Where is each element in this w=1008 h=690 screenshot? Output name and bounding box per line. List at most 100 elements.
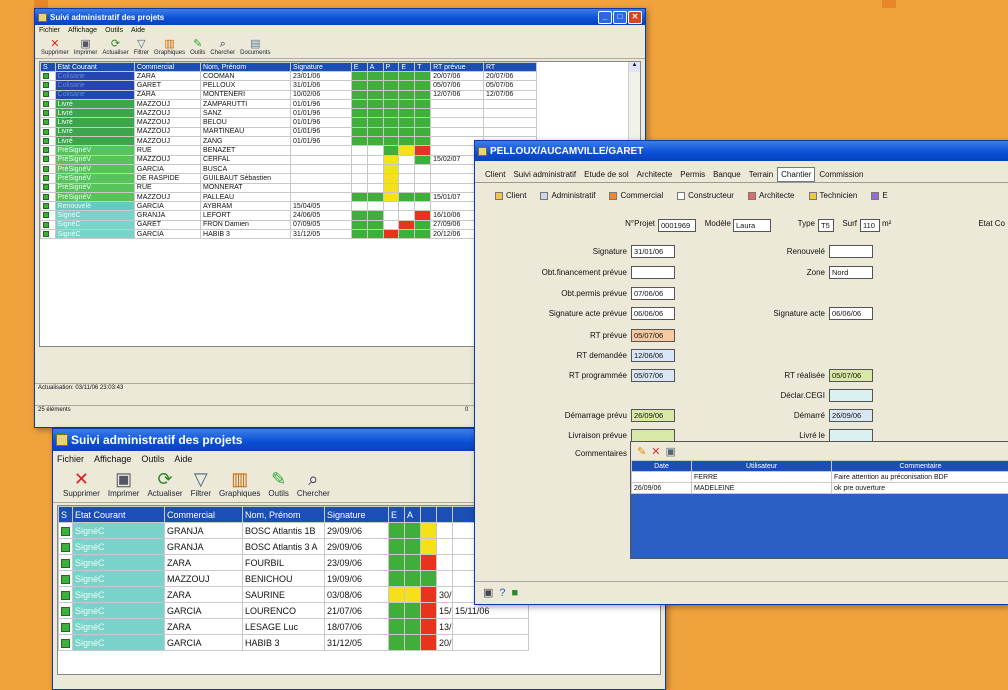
sig-acte-prev-field[interactable]: 06/06/06 bbox=[631, 307, 675, 320]
maximize-button[interactable]: □ bbox=[613, 11, 627, 24]
column-header[interactable]: S bbox=[41, 63, 56, 72]
column-header[interactable]: E bbox=[389, 507, 405, 523]
column-header[interactable]: Commentaire bbox=[832, 461, 1008, 472]
column-header[interactable] bbox=[421, 507, 437, 523]
tab-etude-de-sol[interactable]: Etude de sol bbox=[580, 167, 632, 182]
tool-button[interactable]: ▣Imprimer bbox=[74, 38, 98, 56]
save-icon[interactable]: ■ bbox=[512, 587, 519, 599]
table-row[interactable]: PréSignéVRUEMONNERAT bbox=[41, 183, 537, 192]
tool-button[interactable]: ⟳Actualiser bbox=[147, 470, 182, 498]
tab-commission[interactable]: Commission bbox=[815, 167, 867, 182]
column-header[interactable]: Nom, Prénom bbox=[243, 507, 325, 523]
column-header[interactable]: Utilisateur bbox=[692, 461, 832, 472]
obt-fin-field[interactable] bbox=[631, 266, 675, 279]
table-row[interactable]: PréSignéVRUEBENAZET bbox=[41, 146, 537, 155]
close-button[interactable]: ✕ bbox=[628, 11, 642, 24]
scroll-up-icon[interactable]: ▲ bbox=[629, 62, 640, 72]
dem-prev-field[interactable]: 26/09/06 bbox=[631, 409, 675, 422]
rt-prev-field[interactable]: 05/07/06 bbox=[631, 329, 675, 342]
table-row[interactable]: ColisarieZARAMONTENERI10/02/0612/07/0612… bbox=[41, 90, 537, 99]
menu-item[interactable]: Outils bbox=[105, 27, 123, 34]
table-row[interactable]: ColisarieZARACOOMAN23/01/0620/07/0620/07… bbox=[41, 72, 537, 81]
tool-button[interactable]: ▤Documents bbox=[240, 38, 270, 56]
obt-permis-field[interactable]: 07/06/06 bbox=[631, 287, 675, 300]
tool-button[interactable]: ▽Filtrer bbox=[134, 38, 149, 56]
tool-button[interactable]: ⌕Chercher bbox=[210, 38, 235, 56]
column-header[interactable]: A bbox=[367, 63, 383, 72]
menu-item[interactable]: Affichage bbox=[94, 454, 131, 464]
rt-dem-field[interactable]: 12/06/06 bbox=[631, 349, 675, 362]
role-checkbox[interactable]: Client bbox=[495, 191, 526, 200]
tab-client[interactable]: Client bbox=[481, 167, 509, 182]
tool-button[interactable]: ▽Filtrer bbox=[191, 470, 211, 498]
tool-button[interactable]: ▥Graphiques bbox=[219, 470, 260, 498]
menu-item[interactable]: Affichage bbox=[68, 27, 97, 34]
menu-item[interactable]: Aide bbox=[174, 454, 192, 464]
table-row[interactable]: SignéCGARCIAHABIB 331/12/0520/12/06 bbox=[59, 635, 662, 651]
zone-field[interactable]: Nord bbox=[829, 266, 873, 279]
table-row[interactable]: LivréMAZZOUJZAMPARUTTI01/01/96 bbox=[41, 99, 537, 108]
tab-architecte[interactable]: Architecte bbox=[633, 167, 677, 182]
column-header[interactable]: S bbox=[59, 507, 73, 523]
table-row[interactable]: LivréMAZZOUJBELOU01/01/96 bbox=[41, 118, 537, 127]
role-checkbox[interactable]: Administratif bbox=[540, 191, 595, 200]
role-checkbox[interactable]: Technicien bbox=[809, 191, 858, 200]
table-row[interactable]: SignéCZARALESAGE Luc18/07/0613/11/06 bbox=[59, 619, 662, 635]
tab-suivi-administratif[interactable]: Suivi administratif bbox=[509, 167, 580, 182]
new-comment-icon[interactable]: ✎ bbox=[637, 445, 646, 458]
column-header[interactable]: P bbox=[383, 63, 399, 72]
table-row[interactable]: LivréMAZZOUJSANZ01/01/96 bbox=[41, 109, 537, 118]
menu-item[interactable]: Fichier bbox=[57, 454, 84, 464]
tab-terrain[interactable]: Terrain bbox=[745, 167, 777, 182]
nprojet-field[interactable]: 0001969 bbox=[658, 219, 696, 232]
tool-button[interactable]: ✕Supprimer bbox=[41, 38, 69, 56]
role-checkbox[interactable]: Commercial bbox=[609, 191, 663, 200]
table-row[interactable]: PréSignéVGARCIABUSCA bbox=[41, 164, 537, 173]
help-icon[interactable]: ? bbox=[499, 587, 505, 599]
print-icon[interactable]: ▣ bbox=[483, 586, 493, 599]
menu-item[interactable]: Outils bbox=[141, 454, 164, 464]
minimize-button[interactable]: _ bbox=[598, 11, 612, 24]
column-header[interactable]: Nom, Prénom bbox=[201, 63, 291, 72]
signature-field[interactable]: 31/01/06 bbox=[631, 245, 675, 258]
table-row[interactable]: SignéCGRANJALEFORT24/06/0516/10/06 bbox=[41, 211, 537, 220]
comment-row[interactable]: FERREFaire attention au préconisation BD… bbox=[632, 472, 1008, 483]
renouvele-field[interactable] bbox=[829, 245, 873, 258]
sig-acte-field[interactable]: 06/06/06 bbox=[829, 307, 873, 320]
table-row[interactable]: PréSignéVDE RASPIDEGUILBAUT Sébastien bbox=[41, 174, 537, 183]
table-row[interactable]: PréSignéVMAZZOUJCERFAL15/02/07 bbox=[41, 155, 537, 164]
print-comment-icon[interactable]: ▣ bbox=[665, 445, 675, 458]
table-row[interactable]: LivréMAZZOUJZANG01/01/96 bbox=[41, 137, 537, 146]
column-header[interactable] bbox=[437, 507, 453, 523]
delete-comment-icon[interactable]: ✕ bbox=[651, 445, 660, 458]
column-header[interactable]: Etat Courant bbox=[55, 63, 134, 72]
tool-button[interactable]: ✕Supprimer bbox=[63, 470, 100, 498]
column-header[interactable]: Commercial bbox=[134, 63, 200, 72]
column-header[interactable]: E bbox=[351, 63, 367, 72]
tab-banque[interactable]: Banque bbox=[709, 167, 745, 182]
column-header[interactable]: Etat Courant bbox=[73, 507, 165, 523]
column-header[interactable]: A bbox=[405, 507, 421, 523]
column-header[interactable]: T bbox=[415, 63, 431, 72]
menu-item[interactable]: Fichier bbox=[39, 27, 60, 34]
column-header[interactable]: RT bbox=[484, 63, 537, 72]
table-row[interactable]: LivréMAZZOUJMARTINEAU01/01/96 bbox=[41, 127, 537, 136]
role-checkbox[interactable]: Constructeur bbox=[677, 191, 734, 200]
table-row[interactable]: SignéCGARETFRON Damien07/09/0527/09/06 bbox=[41, 220, 537, 229]
column-header[interactable]: Signature bbox=[325, 507, 389, 523]
column-header[interactable]: E bbox=[399, 63, 415, 72]
tool-button[interactable]: ✎Outils bbox=[190, 38, 205, 56]
column-header[interactable]: RT prévue bbox=[431, 63, 484, 72]
column-header[interactable]: Commercial bbox=[165, 507, 243, 523]
rt-prog-field[interactable]: 05/07/06 bbox=[631, 369, 675, 382]
column-header[interactable]: Signature bbox=[290, 63, 351, 72]
table-row[interactable]: PréSignéVMAZZOUJPALLEAU15/01/07 bbox=[41, 192, 537, 201]
tool-button[interactable]: ✎Outils bbox=[268, 470, 288, 498]
table-row[interactable]: ColisarieGARETPELLOUX31/01/0605/07/0605/… bbox=[41, 81, 537, 90]
column-header[interactable]: Date bbox=[632, 461, 692, 472]
tab-chantier[interactable]: Chantier bbox=[777, 167, 815, 182]
menu-item[interactable]: Aide bbox=[131, 27, 145, 34]
role-checkbox[interactable]: Architecte bbox=[748, 191, 795, 200]
tab-permis[interactable]: Permis bbox=[676, 167, 709, 182]
tool-button[interactable]: ⌕Chercher bbox=[297, 470, 330, 498]
